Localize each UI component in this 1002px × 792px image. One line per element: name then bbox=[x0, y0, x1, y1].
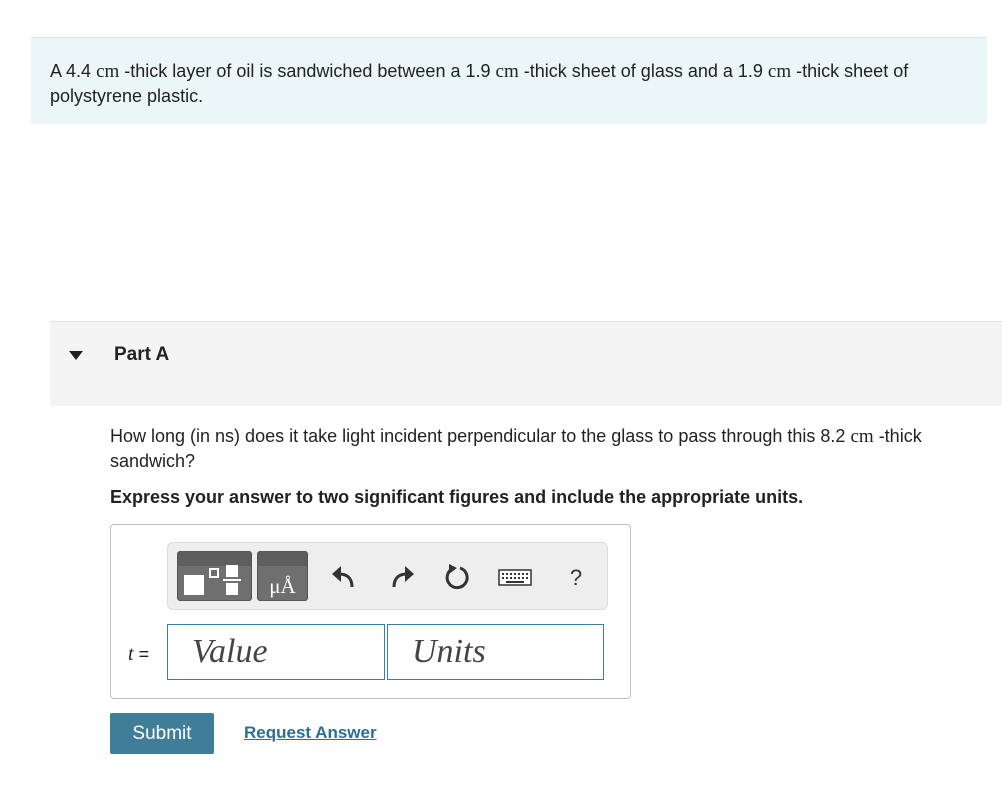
variable-label: t = bbox=[128, 643, 149, 666]
templates-button[interactable] bbox=[177, 551, 252, 601]
equals-sign: = bbox=[138, 644, 150, 664]
part-a-header[interactable]: Part A bbox=[50, 321, 1002, 406]
symbols-icon: μÅ bbox=[269, 574, 296, 598]
problem-statement: A 4.4 cm -thick layer of oil is sandwich… bbox=[50, 59, 950, 108]
units-input[interactable] bbox=[387, 624, 604, 680]
symbols-button-header bbox=[258, 552, 307, 566]
variable-symbol: t bbox=[128, 643, 134, 665]
collapse-triangle-icon[interactable] bbox=[69, 351, 83, 360]
question-text: How long (in ns) does it take light inci… bbox=[110, 424, 1002, 473]
templates-icon bbox=[184, 565, 241, 595]
question-unit: cm bbox=[850, 426, 874, 447]
submit-button[interactable]: Submit bbox=[110, 713, 214, 754]
undo-icon[interactable] bbox=[330, 563, 358, 591]
problem-text-prefix: A 4.4 bbox=[50, 61, 92, 81]
symbols-button[interactable]: μÅ bbox=[257, 551, 308, 601]
answer-instruction: Express your answer to two significant f… bbox=[110, 487, 804, 507]
problem-unit-1: cm bbox=[96, 61, 120, 82]
redo-icon[interactable] bbox=[388, 563, 416, 591]
math-toolbar: μÅ ? bbox=[167, 542, 608, 610]
value-input[interactable] bbox=[167, 624, 385, 680]
part-title: Part A bbox=[114, 344, 170, 365]
request-answer-link[interactable]: Request Answer bbox=[244, 723, 377, 743]
help-icon[interactable]: ? bbox=[562, 565, 590, 593]
problem-text-mid-2: -thick sheet of glass and a 1.9 bbox=[523, 61, 763, 81]
reset-icon[interactable] bbox=[443, 563, 471, 591]
problem-unit-2: cm bbox=[495, 61, 519, 82]
question-text-prefix: How long (in ns) does it take light inci… bbox=[110, 426, 846, 446]
answer-panel: μÅ ? t = Value Units bbox=[110, 524, 631, 699]
problem-unit-3: cm bbox=[767, 61, 792, 82]
problem-text-mid-1: -thick layer of oil is sandwiched betwee… bbox=[124, 61, 491, 81]
problem-statement-box: A 4.4 cm -thick layer of oil is sandwich… bbox=[31, 37, 987, 124]
keyboard-icon[interactable] bbox=[498, 563, 532, 591]
